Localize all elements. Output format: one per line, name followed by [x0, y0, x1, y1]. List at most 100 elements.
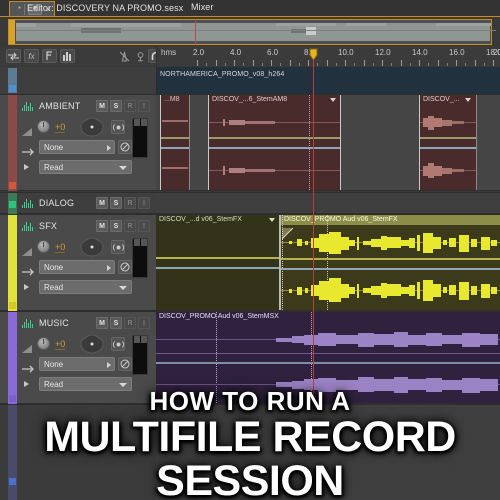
- track-color-strip-sfx[interactable]: [8, 215, 17, 311]
- phase-invert-button[interactable]: [118, 260, 132, 274]
- slip-tool-icon[interactable]: fx: [24, 49, 39, 63]
- expand-triangle-icon[interactable]: [24, 284, 29, 290]
- track-eq-button[interactable]: [111, 120, 125, 134]
- track-select-square[interactable]: [9, 182, 16, 189]
- solo-button[interactable]: S: [110, 197, 122, 209]
- ruler-tick-label: 20: [493, 48, 500, 57]
- phase-invert-button[interactable]: [118, 357, 132, 371]
- clip-menu-icon[interactable]: [465, 98, 471, 102]
- track-lane-sfx[interactable]: DISCOV_...d v06_StemFX DISCOV_PROMO Aud …: [156, 214, 500, 311]
- video-track-color-strip[interactable]: [8, 68, 17, 93]
- pan-knob[interactable]: [79, 237, 105, 257]
- clip-menu-icon[interactable]: [330, 98, 336, 102]
- mute-button[interactable]: M: [96, 100, 108, 112]
- automation-mode-select[interactable]: Read: [39, 377, 132, 391]
- record-arm-button[interactable]: R: [124, 100, 136, 112]
- volume-value[interactable]: +0: [55, 339, 66, 350]
- track-lane-dialog[interactable]: [156, 192, 500, 214]
- send-select[interactable]: None: [39, 357, 115, 371]
- send-select[interactable]: None: [39, 260, 115, 274]
- tab-mixer[interactable]: Mixer: [174, 1, 213, 16]
- track-eq-button[interactable]: [111, 240, 125, 254]
- solo-button[interactable]: S: [110, 317, 122, 329]
- track-header-dialog[interactable]: DIALOG M S R I: [0, 192, 156, 214]
- track-lane-ambient[interactable]: ...M8 DISCOV_...6_StemAM8 DISCOV_...: [156, 94, 500, 191]
- master-select-square[interactable]: [9, 478, 16, 485]
- tab-editor[interactable]: Editor: DISCOVERY NA PROMO.sesx * ▼ ×: [9, 1, 183, 16]
- send-row: None: [22, 260, 132, 276]
- audio-clip[interactable]: DISCOV_...d v06_StemFX: [156, 215, 280, 310]
- solo-button[interactable]: S: [110, 220, 122, 232]
- monitor-input-icon[interactable]: [133, 49, 148, 63]
- clip-title: DISCOV_...d v06_StemFX: [159, 216, 242, 223]
- overview-zoom-handle[interactable]: [9, 20, 15, 44]
- input-monitor-button[interactable]: I: [138, 317, 150, 329]
- automation-mode-select[interactable]: Read: [39, 280, 132, 294]
- solo-button[interactable]: S: [110, 100, 122, 112]
- mute-button[interactable]: M: [96, 317, 108, 329]
- razor-tool-icon[interactable]: [42, 49, 57, 63]
- overview-waveform: [16, 23, 496, 41]
- ruler-tick-label: 14.0: [412, 48, 428, 57]
- input-monitor-button[interactable]: I: [138, 220, 150, 232]
- track-select-square[interactable]: [9, 395, 16, 402]
- record-arm-button[interactable]: R: [124, 220, 136, 232]
- tab-editor-label: Editor: DISCOVERY NA PROMO.sesx: [27, 3, 184, 13]
- chevron-down-icon: [119, 383, 127, 387]
- track-select-square[interactable]: [9, 302, 16, 309]
- track-color-strip-ambient[interactable]: [8, 95, 17, 191]
- audio-clip[interactable]: ...M8: [160, 95, 190, 190]
- volume-knob[interactable]: [37, 337, 50, 350]
- audio-clip[interactable]: DISCOV_...6_StemAM8: [208, 95, 341, 190]
- record-arm-button[interactable]: R: [124, 317, 136, 329]
- video-reference-header[interactable]: Video Reference: [0, 67, 156, 153]
- timeline-ruler[interactable]: hms 2.0 4.0 6.0 8.0 10.0 12.0 14.0 16.0 …: [156, 46, 500, 66]
- track-header-sfx[interactable]: SFX M S R I +0 None Read: [0, 214, 156, 311]
- pan-knob[interactable]: [79, 117, 105, 137]
- session-overview-strip[interactable]: [8, 19, 496, 45]
- mute-button[interactable]: M: [96, 197, 108, 209]
- audio-clip[interactable]: DISCOV_PROMO Aud v06_StemMSX: [156, 312, 500, 403]
- move-tool-icon[interactable]: [6, 49, 21, 63]
- volume-row: +0: [22, 117, 152, 158]
- volume-value[interactable]: +0: [55, 122, 66, 133]
- track-header-music[interactable]: MUSIC M S R I +0 None Read: [0, 311, 156, 404]
- volume-knob[interactable]: [37, 120, 50, 133]
- input-monitor-button[interactable]: I: [138, 100, 150, 112]
- track-color-strip-music[interactable]: [8, 312, 17, 404]
- volume-value[interactable]: +0: [55, 242, 66, 253]
- track-header-ambient[interactable]: AMBIENT M S R I +0 None Read: [0, 94, 156, 191]
- input-monitor-button[interactable]: I: [138, 197, 150, 209]
- automation-mode-select[interactable]: Read: [39, 160, 132, 174]
- automation-row: Read: [22, 160, 132, 174]
- send-caret-icon: [107, 265, 111, 271]
- volume-knob[interactable]: [37, 240, 50, 253]
- ruler-tick-label: 16.0: [449, 48, 465, 57]
- track-name-music: MUSIC: [39, 318, 69, 328]
- send-select[interactable]: None: [39, 140, 115, 154]
- track-select-square[interactable]: [9, 201, 16, 208]
- track-header-master[interactable]: Master M S Output Read: [0, 404, 156, 500]
- record-arm-button[interactable]: R: [124, 197, 136, 209]
- video-track-select-square[interactable]: [9, 85, 16, 92]
- clip-title: DISCOV_...6_StemAM8: [212, 96, 288, 103]
- expand-triangle-icon[interactable]: [24, 381, 29, 387]
- ruler-tick-label: 4.0: [230, 48, 242, 57]
- metronome-icon[interactable]: [117, 49, 132, 63]
- ruler-tick-label: 6.0: [267, 48, 279, 57]
- clip-menu-icon[interactable]: [269, 218, 275, 222]
- audio-clip[interactable]: DISCOV_...: [419, 95, 477, 190]
- expand-triangle-icon[interactable]: [24, 164, 29, 170]
- master-color-strip[interactable]: [8, 405, 17, 500]
- pan-knob[interactable]: [79, 334, 105, 354]
- track-eq-button[interactable]: [111, 337, 125, 351]
- waveform-icon: [22, 102, 35, 111]
- automation-mode-value: Read: [44, 283, 64, 292]
- time-selection-tool-icon[interactable]: [60, 49, 75, 63]
- phase-invert-button[interactable]: [118, 140, 132, 154]
- track-color-strip-dialog[interactable]: [8, 193, 17, 214]
- track-button-group: M S R I: [96, 197, 150, 209]
- mute-button[interactable]: M: [96, 220, 108, 232]
- video-reference-clip[interactable]: NORTHAMERICA_PROMO_v08_h264: [156, 67, 500, 94]
- track-lane-music[interactable]: DISCOV_PROMO Aud v06_StemMSX: [156, 311, 500, 404]
